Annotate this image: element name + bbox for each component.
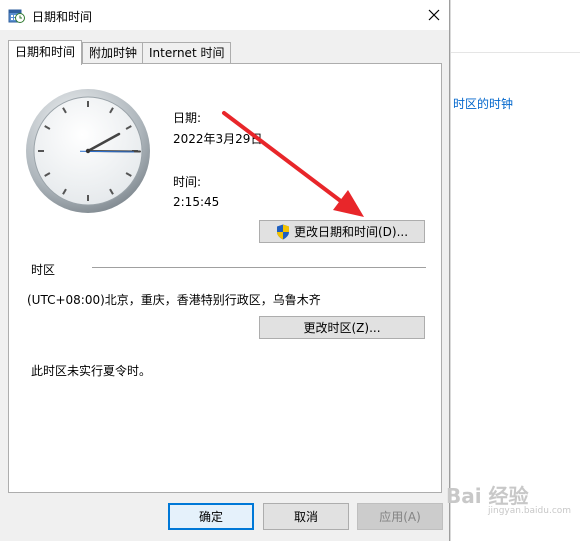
background-window: 时区的时钟: [450, 0, 580, 541]
uac-shield-icon: [276, 224, 289, 239]
watermark-main: Bai 经验: [446, 484, 529, 508]
timezone-divider: [92, 267, 426, 268]
title-bar[interactable]: 日期和时间: [0, 0, 449, 30]
tab-internet-time[interactable]: Internet 时间: [142, 42, 232, 63]
close-icon: [428, 9, 440, 21]
date-value: 2022年3月29日: [173, 132, 263, 146]
tab-date-time[interactable]: 日期和时间: [8, 40, 83, 65]
tab-panel: 日期: 2022年3月29日 时间: 2:15:45 更改日期和时间(D)...…: [8, 63, 442, 493]
change-date-time-button[interactable]: 更改日期和时间(D)...: [259, 220, 425, 243]
world-clock-link[interactable]: 时区的时钟: [453, 95, 513, 112]
tab-additional-clocks[interactable]: 附加时钟: [82, 42, 145, 63]
background-separator: [451, 52, 580, 53]
watermark: Bai 经验 jingyan.baidu.com: [444, 478, 574, 524]
close-button[interactable]: [419, 0, 449, 30]
time-value: 2:15:45: [173, 195, 220, 209]
window-title: 日期和时间: [32, 10, 93, 24]
watermark-sub: jingyan.baidu.com: [488, 506, 572, 516]
date-time-dialog: 日期和时间 日期和时间 附加时钟 Internet 时间 日期: 2022年3月…: [0, 0, 450, 541]
cancel-button[interactable]: 取消: [263, 503, 349, 530]
timezone-heading: 时区: [31, 263, 56, 277]
timezone-value: (UTC+08:00)北京，重庆，香港特别行政区，乌鲁木齐: [27, 293, 321, 307]
date-label: 日期:: [173, 111, 202, 125]
change-date-time-label: 更改日期和时间(D)...: [293, 225, 409, 239]
apply-button[interactable]: 应用(A): [357, 503, 443, 530]
ok-button[interactable]: 确定: [168, 503, 254, 530]
date-time-icon: [8, 9, 25, 23]
change-timezone-button[interactable]: 更改时区(Z)...: [259, 316, 425, 339]
dst-note: 此时区未实行夏令时。: [31, 364, 152, 378]
time-label: 时间:: [173, 175, 202, 189]
change-timezone-label: 更改时区(Z)...: [303, 321, 381, 335]
analog-clock: [26, 89, 150, 213]
